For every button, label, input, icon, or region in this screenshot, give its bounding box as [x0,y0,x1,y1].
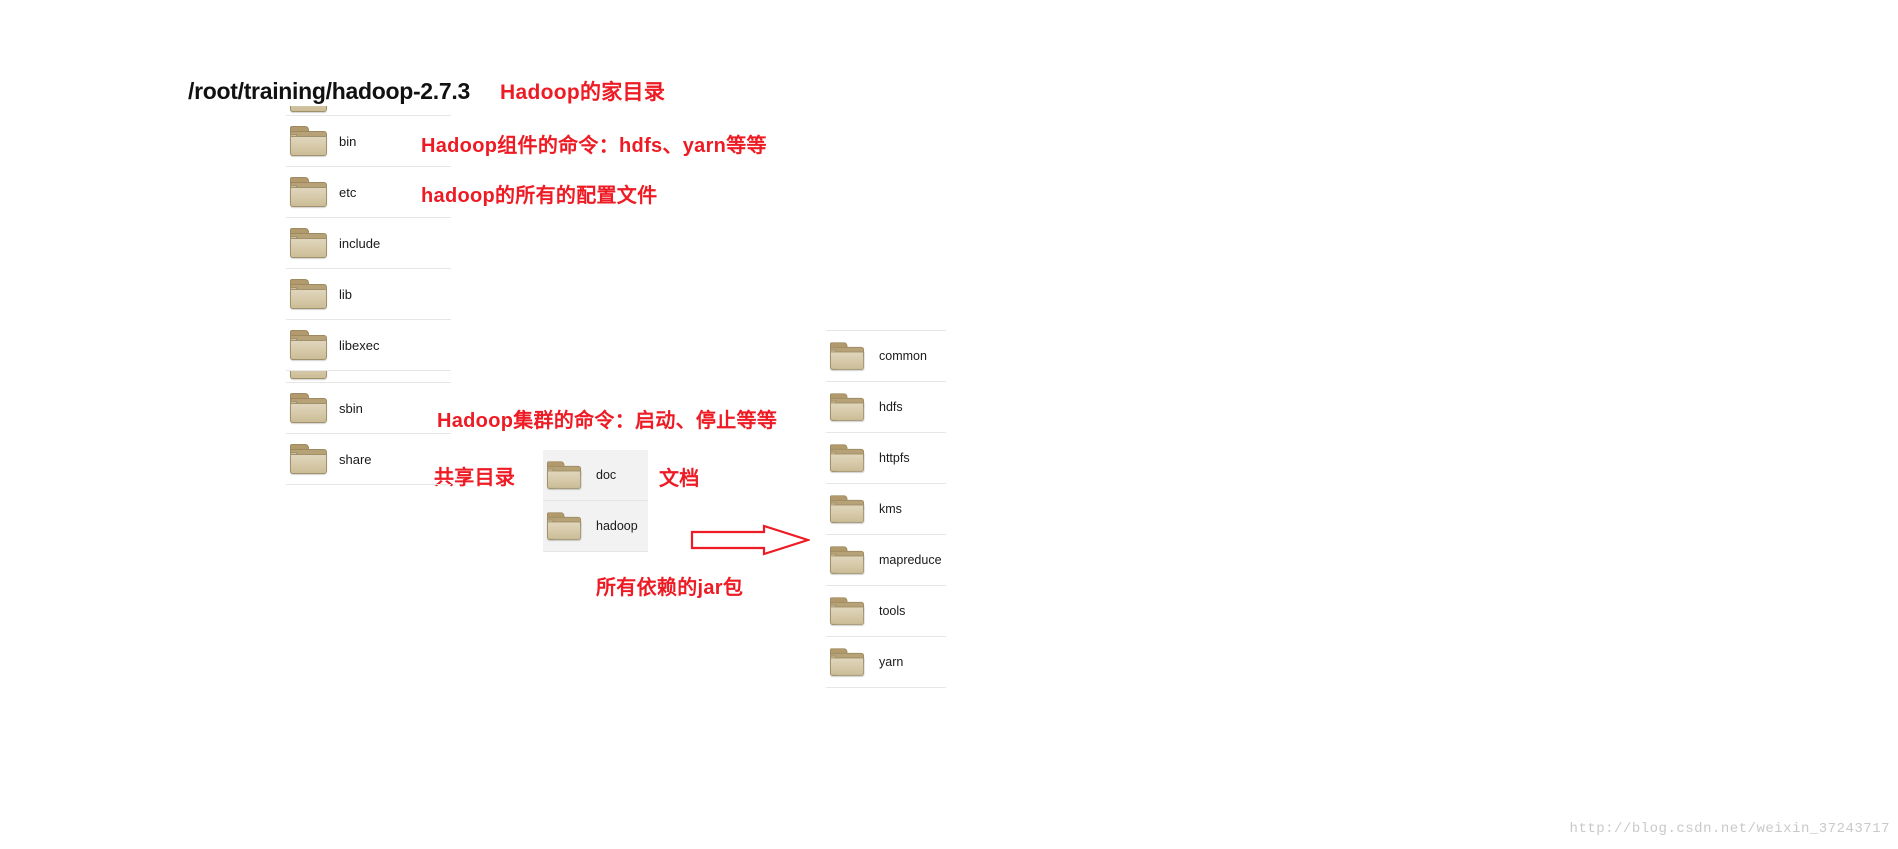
file-name: hdfs [879,400,903,414]
annotation-home-dir: Hadoop的家目录 [500,81,666,104]
folder-icon [290,371,328,380]
file-list-right: common hdfs httpfs kms mapreduce tools y… [826,330,946,688]
file-row[interactable]: yarn [826,637,946,688]
file-name: share [339,451,372,467]
folder-icon [830,341,865,371]
annotation-etc: hadoop的所有的配置文件 [421,185,658,207]
folder-icon [290,329,328,361]
watermark: http://blog.csdn.net/weixin_37243717 [1569,821,1890,837]
file-name: hadoop [596,519,638,533]
file-row[interactable]: kms [826,484,946,535]
file-name: lib [339,286,353,302]
folder-icon [290,125,328,157]
file-name: common [879,349,927,363]
annotation-sbin: Hadoop集群的命令：启动、停止等等 [437,410,778,432]
folder-icon [290,176,328,208]
file-name: httpfs [879,451,910,465]
file-row[interactable]: etc [286,167,451,218]
file-name: mapreduce [879,553,942,567]
file-row[interactable]: sbin [286,383,451,434]
page-title: /root/training/hadoop-2.7.3 [188,78,470,104]
folder-icon [290,392,328,424]
annotation-doc: 文档 [659,468,700,490]
annotation-bin: Hadoop组件的命令：hdfs、yarn等等 [421,135,767,157]
file-name: kms [879,502,902,516]
file-name: bin [339,133,357,149]
file-list-left: bin etc include lib libexec sbin share [286,106,451,485]
folder-icon [830,392,865,422]
folder-icon [830,647,865,677]
folder-icon [290,227,328,259]
file-row[interactable]: libexec [286,320,451,371]
folder-icon [830,443,865,473]
file-name: tools [879,604,906,618]
file-name: libexec [339,337,380,353]
file-row[interactable]: hadoop [543,501,648,552]
file-row[interactable]: mapreduce [826,535,946,586]
right-arrow-icon [690,524,812,558]
file-row[interactable]: doc [543,450,648,501]
file-row[interactable]: hdfs [826,382,946,433]
file-row[interactable]: tools [826,586,946,637]
file-name: yarn [879,655,904,669]
file-row[interactable]: share [286,434,451,485]
file-row[interactable]: bin [286,116,451,167]
file-row[interactable]: lib [286,269,451,320]
folder-icon [290,106,328,113]
partial-row-hidden[interactable] [286,371,451,383]
folder-icon [547,511,582,541]
folder-icon [290,443,328,475]
file-row[interactable]: include [286,218,451,269]
file-name: sbin [339,400,363,416]
file-name: etc [339,184,357,200]
partial-row-top [286,106,451,116]
annotation-jars: 所有依赖的jar包 [596,577,744,599]
file-row[interactable]: httpfs [826,433,946,484]
folder-icon [547,460,582,490]
file-row[interactable]: common [826,331,946,382]
file-name: include [339,235,381,251]
folder-icon [830,596,865,626]
file-list-middle: doc hadoop [543,450,648,552]
file-name: doc [596,468,617,482]
folder-icon [830,545,865,575]
folder-icon [830,494,865,524]
folder-icon [290,278,328,310]
